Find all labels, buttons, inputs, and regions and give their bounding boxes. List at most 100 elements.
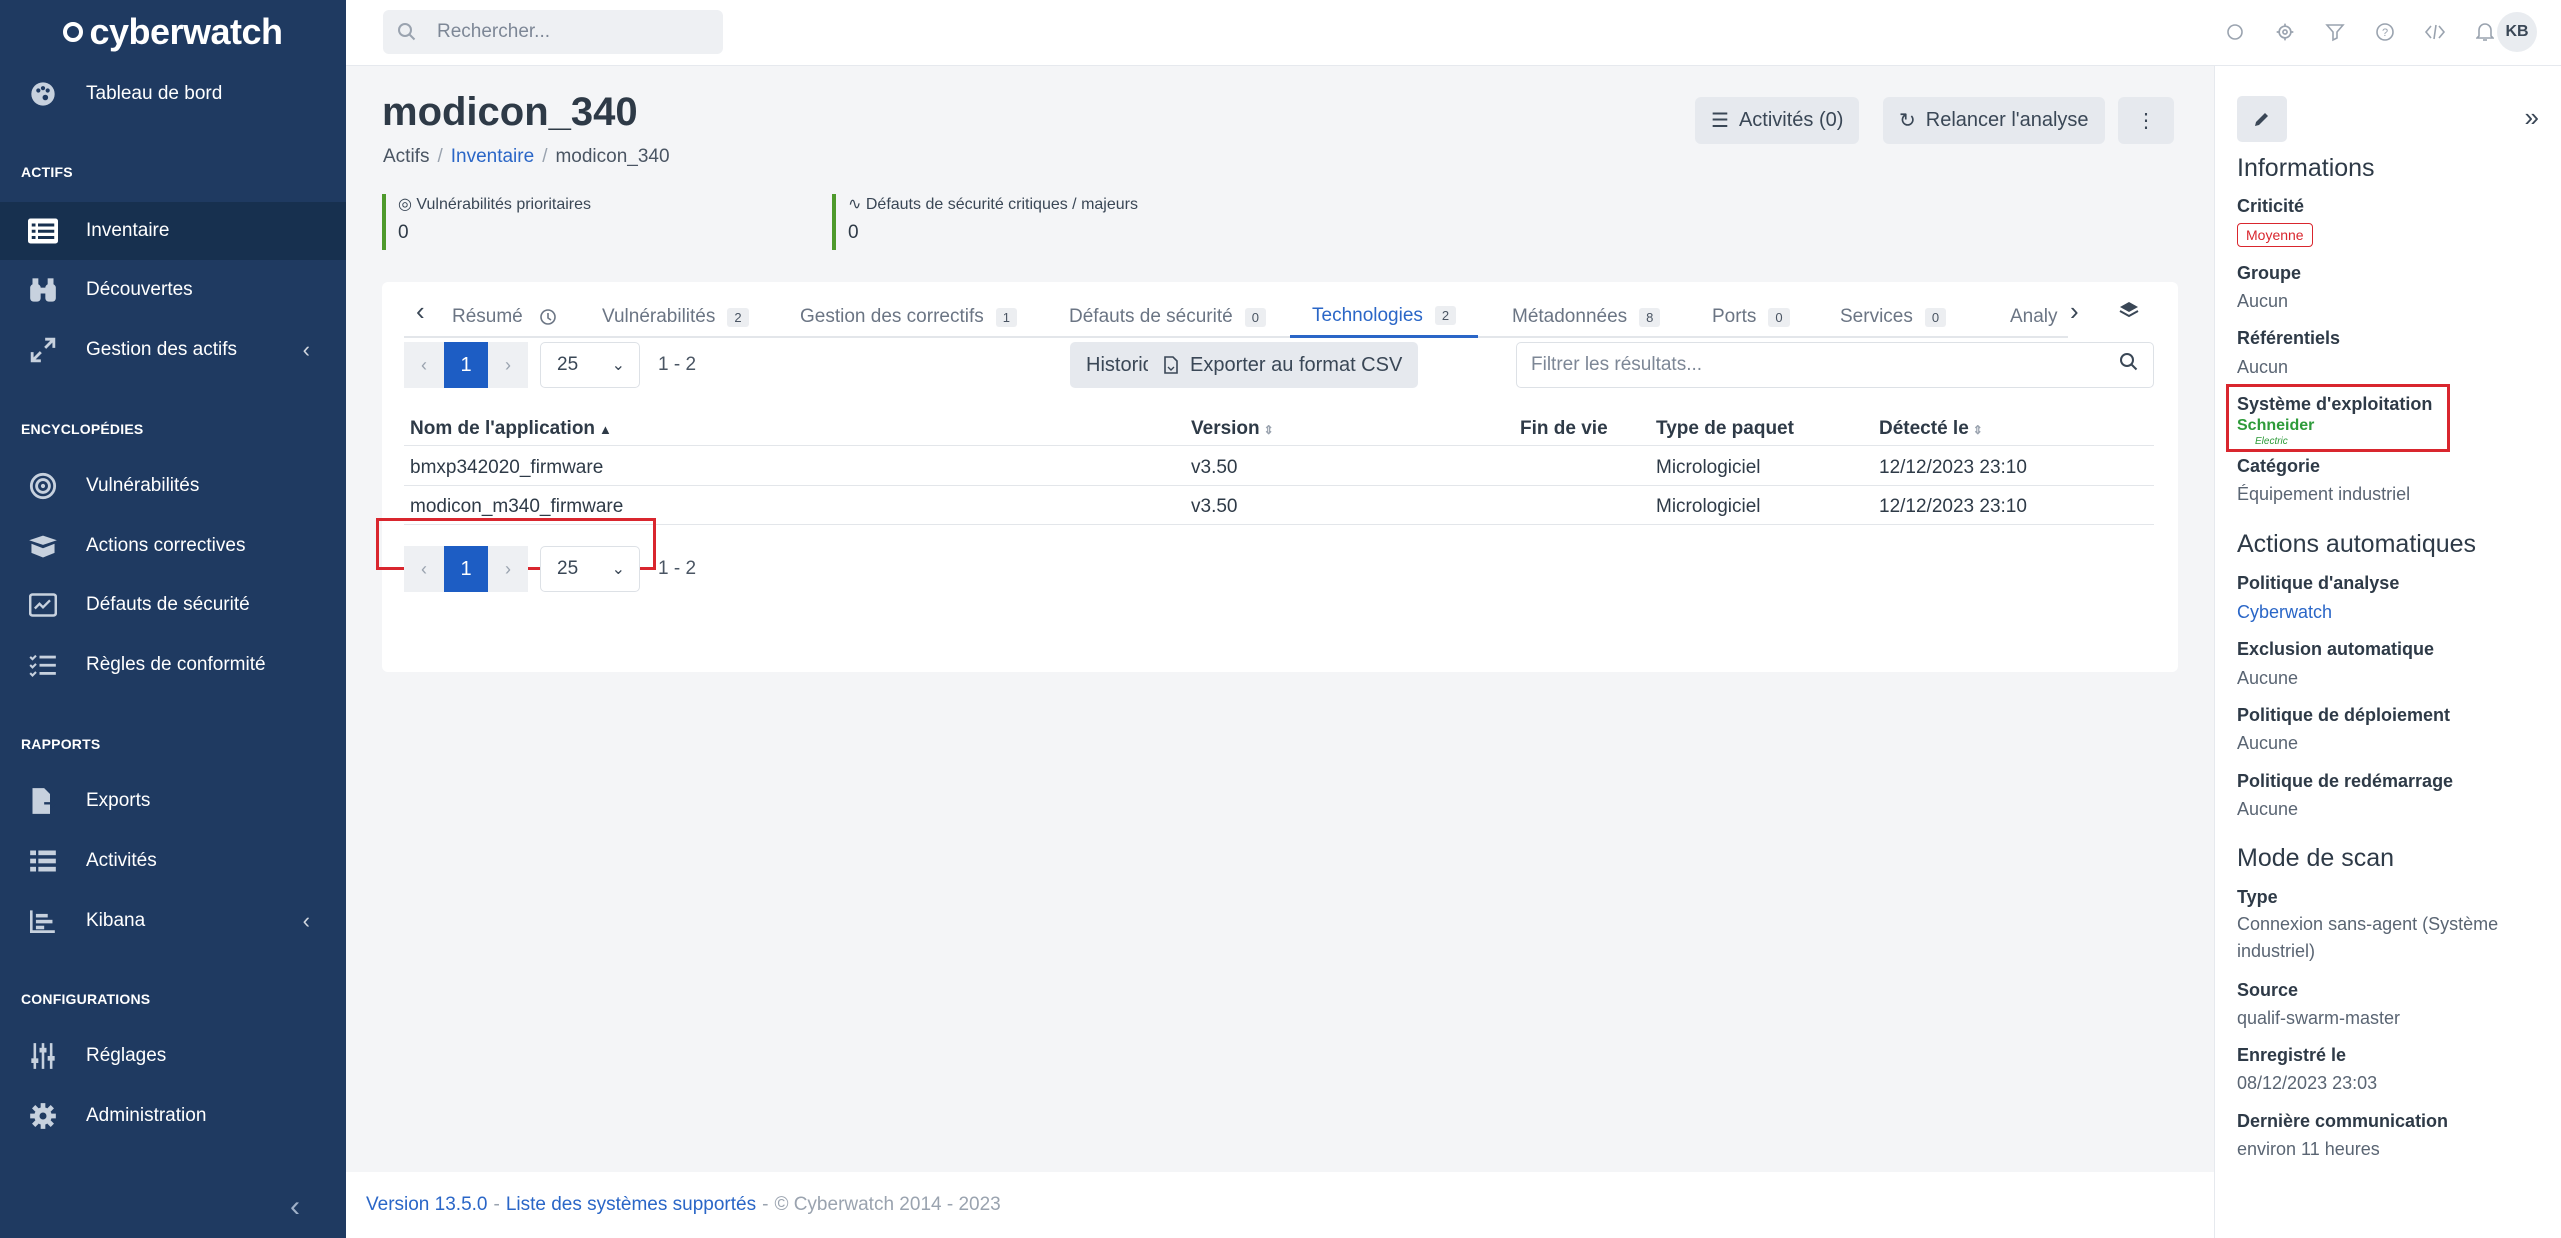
status-circle-icon[interactable] bbox=[2221, 18, 2249, 46]
col-version[interactable]: Version ⇕ bbox=[1191, 418, 1274, 440]
export-csv-button[interactable]: Exporter au format CSV bbox=[1148, 342, 1419, 388]
per-page-value: 25 bbox=[557, 558, 579, 579]
politique-analyse-link[interactable]: Cyberwatch bbox=[2237, 599, 2537, 626]
politique-analyse-label: Politique d'analyse bbox=[2237, 573, 2400, 593]
table-header: Nom de l'application ▲ Version ⇕ Fin de vi… bbox=[404, 412, 2154, 446]
sidebar-item-asset-management[interactable]: Gestion des actifs ‹ bbox=[0, 321, 346, 379]
cell-version: v3.50 bbox=[1191, 457, 1238, 478]
exclusion-value: Aucune bbox=[2237, 668, 2299, 688]
list-details-icon bbox=[28, 846, 58, 876]
search-icon[interactable] bbox=[2119, 352, 2139, 378]
tab-defauts-securite[interactable]: Défauts de sécurité 0 bbox=[1069, 296, 1266, 338]
sidebar-item-discoveries[interactable]: Découvertes bbox=[0, 261, 346, 319]
prev-page-button[interactable]: ‹ bbox=[404, 342, 444, 388]
sidebar-item-settings[interactable]: Réglages bbox=[0, 1027, 346, 1085]
rerun-analysis-button[interactable]: ↻ Relancer l'analyse bbox=[1883, 97, 2105, 144]
redemarrage-value: Aucune bbox=[2237, 799, 2299, 819]
sidebar-item-label: Réglages bbox=[86, 1045, 167, 1066]
filter-input[interactable] bbox=[1531, 354, 2091, 376]
sidebar-item-inventory[interactable]: Inventaire bbox=[0, 202, 346, 260]
sidebar-item-compliance[interactable]: Règles de conformité bbox=[0, 636, 346, 694]
tab-label: Services bbox=[1840, 306, 1913, 327]
tab-label: Vulnérabilités bbox=[602, 306, 716, 327]
sidebar-item-corrective-actions[interactable]: Actions correctives bbox=[0, 517, 346, 575]
table-row[interactable]: bmxp342020_firmware v3.50 Micrologiciel … bbox=[404, 447, 2154, 486]
col-detected-on[interactable]: Détecté le ⇕ bbox=[1879, 418, 1983, 440]
per-page-select[interactable]: 25 ⌄ bbox=[540, 546, 640, 592]
tab-technologies[interactable]: Technologies 2 bbox=[1290, 296, 1479, 338]
bell-icon[interactable] bbox=[2471, 18, 2499, 46]
section-actions-automatiques: Actions automatiques bbox=[2237, 530, 2477, 558]
next-page-button[interactable]: › bbox=[488, 546, 528, 592]
sidebar-item-dashboard[interactable]: Tableau de bord bbox=[0, 65, 346, 123]
col-application-name[interactable]: Nom de l'application ▲ bbox=[410, 418, 612, 440]
tabs-scroll-right-icon[interactable]: › bbox=[2070, 296, 2079, 327]
tab-services[interactable]: Services 0 bbox=[1840, 296, 1947, 338]
current-page-button[interactable]: 1 bbox=[444, 342, 488, 388]
sidebar-item-label: Actions correctives bbox=[86, 535, 246, 556]
tab-count: 2 bbox=[727, 307, 749, 327]
search-input[interactable] bbox=[437, 21, 707, 43]
per-page-select[interactable]: 25 ⌄ bbox=[540, 342, 640, 388]
breadcrumb-inventaire-link[interactable]: Inventaire bbox=[451, 146, 534, 167]
filter-icon[interactable] bbox=[2321, 18, 2349, 46]
section-configurations: CONFIGURATIONS bbox=[21, 991, 151, 1007]
tab-gestion-correctifs[interactable]: Gestion des correctifs 1 bbox=[800, 296, 1017, 338]
pagination-top: ‹ 1 › 25 ⌄ 1 - 2 bbox=[404, 342, 696, 388]
kpi-value: 0 bbox=[848, 222, 859, 243]
tab-count: 0 bbox=[1244, 307, 1266, 327]
sidebar-item-label: Gestion des actifs bbox=[86, 339, 238, 360]
edit-button[interactable] bbox=[2237, 96, 2287, 142]
col-package-type[interactable]: Type de paquet bbox=[1656, 418, 1794, 440]
list-icon bbox=[28, 216, 58, 246]
sidebar-item-administration[interactable]: Administration bbox=[0, 1087, 346, 1145]
sidebar-item-exports[interactable]: Exports bbox=[0, 772, 346, 830]
gear-icon bbox=[28, 1101, 58, 1131]
groupe-value: Aucun bbox=[2237, 291, 2289, 311]
breadcrumb: Actifs / Inventaire / modicon_340 bbox=[383, 146, 670, 167]
activities-button[interactable]: ☰ Activités (0) bbox=[1695, 97, 1860, 144]
sidebar-item-activities[interactable]: Activités bbox=[0, 832, 346, 890]
kpi-priority-vulnerabilities[interactable]: ◎ Vulnérabilités prioritaires 0 bbox=[382, 194, 591, 250]
layers-icon[interactable] bbox=[2118, 300, 2140, 326]
deploiement-label: Politique de déploiement bbox=[2237, 705, 2451, 725]
tab-count: 8 bbox=[1639, 307, 1661, 327]
section-encyclopedies: ENCYCLOPÉDIES bbox=[21, 421, 144, 437]
tab-ports[interactable]: Ports 0 bbox=[1712, 296, 1790, 338]
sidebar-item-kibana[interactable]: Kibana ‹ bbox=[0, 892, 346, 950]
palette-icon bbox=[28, 79, 58, 109]
tab-vulnerabilites[interactable]: Vulnérabilités 2 bbox=[602, 296, 749, 338]
code-icon[interactable] bbox=[2421, 18, 2449, 46]
table-row[interactable]: modicon_m340_firmware v3.50 Micrologicie… bbox=[404, 486, 2154, 525]
help-icon[interactable]: ? bbox=[2371, 18, 2399, 46]
sidebar-item-security-defaults[interactable]: Défauts de sécurité bbox=[0, 576, 346, 634]
sidebar-item-vulnerabilities[interactable]: Vulnérabilités bbox=[0, 457, 346, 515]
tab-metadonnees[interactable]: Métadonnées 8 bbox=[1512, 296, 1661, 338]
next-page-button[interactable]: › bbox=[488, 342, 528, 388]
user-avatar[interactable]: KB bbox=[2497, 12, 2537, 52]
col-end-of-life[interactable]: Fin de vie bbox=[1520, 418, 1608, 440]
prev-page-button[interactable]: ‹ bbox=[404, 546, 444, 592]
cyberwatch-logo[interactable]: cyberwatch bbox=[0, 0, 346, 64]
sidebar-item-label: Administration bbox=[86, 1105, 207, 1126]
tab-count: 0 bbox=[1768, 307, 1790, 327]
current-page-button[interactable]: 1 bbox=[444, 546, 488, 592]
more-options-button[interactable]: ⋮ bbox=[2118, 97, 2174, 144]
kpi-critical-defaults[interactable]: ∿ Défauts de sécurité critiques / majeur… bbox=[832, 194, 1138, 250]
svg-text:?: ? bbox=[2382, 27, 2388, 39]
supported-systems-link[interactable]: Liste des systèmes supportés bbox=[506, 1194, 756, 1216]
referentiels-label: Référentiels bbox=[2237, 328, 2341, 348]
settings-gear-icon[interactable] bbox=[2271, 18, 2299, 46]
chevron-left-icon: ‹ bbox=[302, 337, 310, 362]
version-link[interactable]: Version 13.5.0 bbox=[366, 1194, 487, 1216]
collapse-panel-icon[interactable]: » bbox=[2525, 102, 2539, 133]
tab-label: Résumé bbox=[452, 306, 523, 327]
referentiels-value: Aucun bbox=[2237, 357, 2289, 377]
kebab-icon: ⋮ bbox=[2136, 110, 2156, 132]
tab-label: Gestion des correctifs bbox=[800, 306, 984, 327]
sidebar-item-label: Découvertes bbox=[86, 279, 193, 300]
topbar: ? KB bbox=[346, 0, 2561, 66]
tab-resume[interactable]: Résumé bbox=[452, 296, 557, 338]
tab-analyses[interactable]: Analy bbox=[2010, 296, 2058, 338]
sidebar-collapse-icon[interactable]: ‹ bbox=[290, 1190, 300, 1224]
